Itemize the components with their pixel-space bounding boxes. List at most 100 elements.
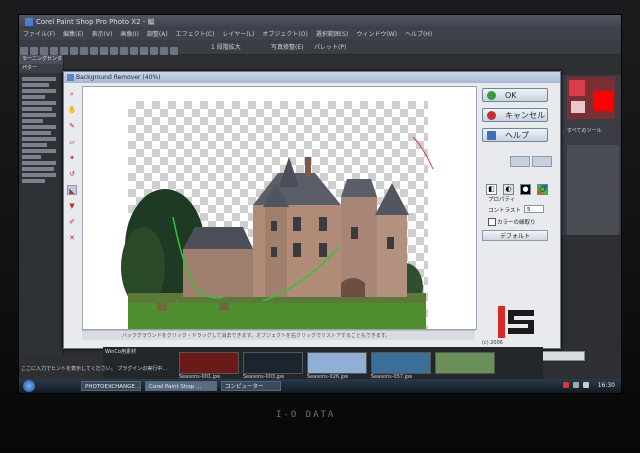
organizer-folder[interactable]: WinCo用素材 [105, 348, 136, 355]
menu-file[interactable]: ファイル(F) [19, 31, 59, 38]
thumbnail-2[interactable] [243, 352, 303, 374]
hint-text: ここに入力でヒントを表示してください。 プラグインの実行中... [21, 366, 168, 372]
menu-layers[interactable]: レイヤー(L) [219, 31, 259, 38]
toolbar: 1 段階拡大 写真修整(E) パレット(P) [19, 40, 621, 55]
copy-icon[interactable] [90, 47, 98, 55]
pan-icon[interactable]: ✋ [67, 105, 77, 115]
learning-center-panel: ラーニングセンター パター [19, 55, 64, 355]
cancel-button-label: キャンセル [505, 111, 545, 120]
fit-icon[interactable] [130, 47, 138, 55]
open-icon[interactable] [30, 47, 38, 55]
dialog-toolbox: ⌕ ✋ ✎ ▱ ✦ ↺ ◣ ▼ ✐ ✕ [67, 89, 79, 339]
fill-icon[interactable]: ▼ [67, 201, 77, 211]
new-icon[interactable] [20, 47, 28, 55]
menu-selections[interactable]: 選択範囲(S) [312, 31, 353, 38]
ok-check-icon [487, 91, 496, 100]
materials-palette[interactable] [567, 77, 615, 119]
image-canvas[interactable] [82, 86, 477, 330]
learning-center-title: ラーニングセンター [19, 55, 63, 71]
menu-window[interactable]: ウィンドウ(W) [352, 31, 401, 38]
menu-help[interactable]: ヘルプ(H) [401, 31, 436, 38]
help-book-icon [487, 131, 496, 140]
dialog-status-bar: バックグラウンドをクリック・ドラッグして消去できます。オブジェクトを右クリックで… [82, 330, 475, 340]
zoom-icon[interactable]: ⌕ [67, 89, 77, 99]
dialog-title: Background Remover (40%) [64, 72, 560, 83]
toolbar-palette[interactable]: パレット(P) [314, 42, 346, 51]
restore-brush-icon[interactable]: ◣ [67, 185, 77, 195]
cancel-button[interactable]: キャンセル [482, 108, 548, 122]
menu-view[interactable]: 表示(V) [88, 31, 117, 38]
app-icon [25, 18, 33, 26]
crop-icon[interactable] [150, 47, 158, 55]
paste-icon[interactable] [100, 47, 108, 55]
zoom-in-icon[interactable] [110, 47, 118, 55]
castle-photo [121, 136, 434, 329]
background-remover-dialog: Background Remover (40%) ⌕ ✋ ✎ ▱ ✦ ↺ ◣ ▼… [63, 71, 561, 349]
color-fringe-checkbox[interactable] [488, 218, 496, 226]
task-photoexchange[interactable]: PHOTOEXCHANGE... [81, 381, 141, 391]
save-icon[interactable] [40, 47, 48, 55]
color-bg-icon[interactable]: ○ [537, 184, 548, 195]
magic-wand-icon[interactable]: ✦ [67, 153, 77, 163]
texture-swatch[interactable] [571, 101, 585, 113]
foreground-swatch[interactable] [569, 80, 585, 96]
mask-icon[interactable]: ◐ [503, 184, 514, 195]
black-bg-icon[interactable]: ● [520, 184, 531, 195]
cut-icon[interactable] [80, 47, 88, 55]
grid-icon[interactable] [160, 47, 168, 55]
delete-icon[interactable]: ✕ [67, 233, 77, 243]
tray-alert-icon[interactable] [563, 382, 569, 388]
thumbnail-5[interactable] [435, 352, 495, 374]
learning-center-heading: パター [19, 64, 63, 73]
brand-logo [498, 306, 534, 338]
tray-network-icon[interactable] [573, 382, 579, 388]
start-button[interactable] [23, 380, 35, 392]
ok-button[interactable]: OK [482, 88, 548, 102]
lasso-icon[interactable]: ↺ [67, 169, 77, 179]
undo-icon[interactable] [60, 47, 68, 55]
contrast-input[interactable]: 5 [524, 205, 544, 213]
thumbnail-1[interactable] [179, 352, 239, 374]
undo-button[interactable] [510, 156, 530, 167]
contrast-label: コントラスト [488, 208, 521, 214]
toolbar-photo-fix[interactable]: 写真修整(E) [271, 42, 303, 51]
rotate-icon[interactable] [140, 47, 148, 55]
monitor-brand-logo: I-O DATA [276, 410, 336, 420]
redo-button[interactable] [532, 156, 552, 167]
menu-adjust[interactable]: 調整(A) [143, 31, 172, 38]
brush-icon[interactable]: ✎ [67, 121, 77, 131]
zoom-out-icon[interactable] [120, 47, 128, 55]
layer-icon[interactable] [170, 47, 178, 55]
background-swatch[interactable] [593, 91, 613, 111]
taskbar: PHOTOEXCHANGE... Corel Paint Shop ... コン… [19, 379, 621, 393]
print-icon[interactable] [50, 47, 58, 55]
tray-volume-icon[interactable] [583, 382, 589, 388]
app-title-bar: Corel Paint Shop Pro Photo X2 - 編 [19, 15, 621, 29]
mode-icons: ◧ ◐ ● ○ [486, 176, 554, 195]
all-tools-label[interactable]: すべてのツール [567, 127, 601, 134]
thumbnail-4[interactable] [371, 352, 431, 374]
task-computer[interactable]: コンピューター [221, 381, 281, 391]
menu-image[interactable]: 画像(I) [116, 31, 142, 38]
eraser-icon[interactable]: ▱ [67, 137, 77, 147]
cancel-x-icon [487, 111, 496, 120]
redo-icon[interactable] [70, 47, 78, 55]
thumbnail-3[interactable] [307, 352, 367, 374]
ok-button-label: OK [505, 91, 517, 100]
help-button-label: ヘルプ [505, 131, 529, 140]
properties-label: プロパティ [488, 197, 516, 203]
task-paint-shop[interactable]: Corel Paint Shop ... [145, 381, 217, 391]
screen: Corel Paint Shop Pro Photo X2 - 編 ファイル(F… [18, 14, 622, 394]
learning-center-text [19, 73, 63, 187]
menu-bar: ファイル(F) 編集(E) 表示(V) 画像(I) 調整(A) エフェクト(C) レイヤー(… [19, 29, 621, 40]
pen-icon[interactable]: ✐ [67, 217, 77, 227]
menu-objects[interactable]: オブジェクト(O) [258, 31, 311, 38]
menu-edit[interactable]: 編集(E) [59, 31, 87, 38]
preview-icon[interactable]: ◧ [486, 184, 497, 195]
help-button[interactable]: ヘルプ [482, 128, 548, 142]
default-button[interactable]: デフォルト [482, 230, 548, 241]
layers-panel [567, 145, 619, 235]
menu-effects[interactable]: エフェクト(C) [172, 31, 219, 38]
clock[interactable]: 16:30 [598, 382, 615, 389]
toolbar-zoom-label[interactable]: 1 段階拡大 [211, 42, 241, 51]
